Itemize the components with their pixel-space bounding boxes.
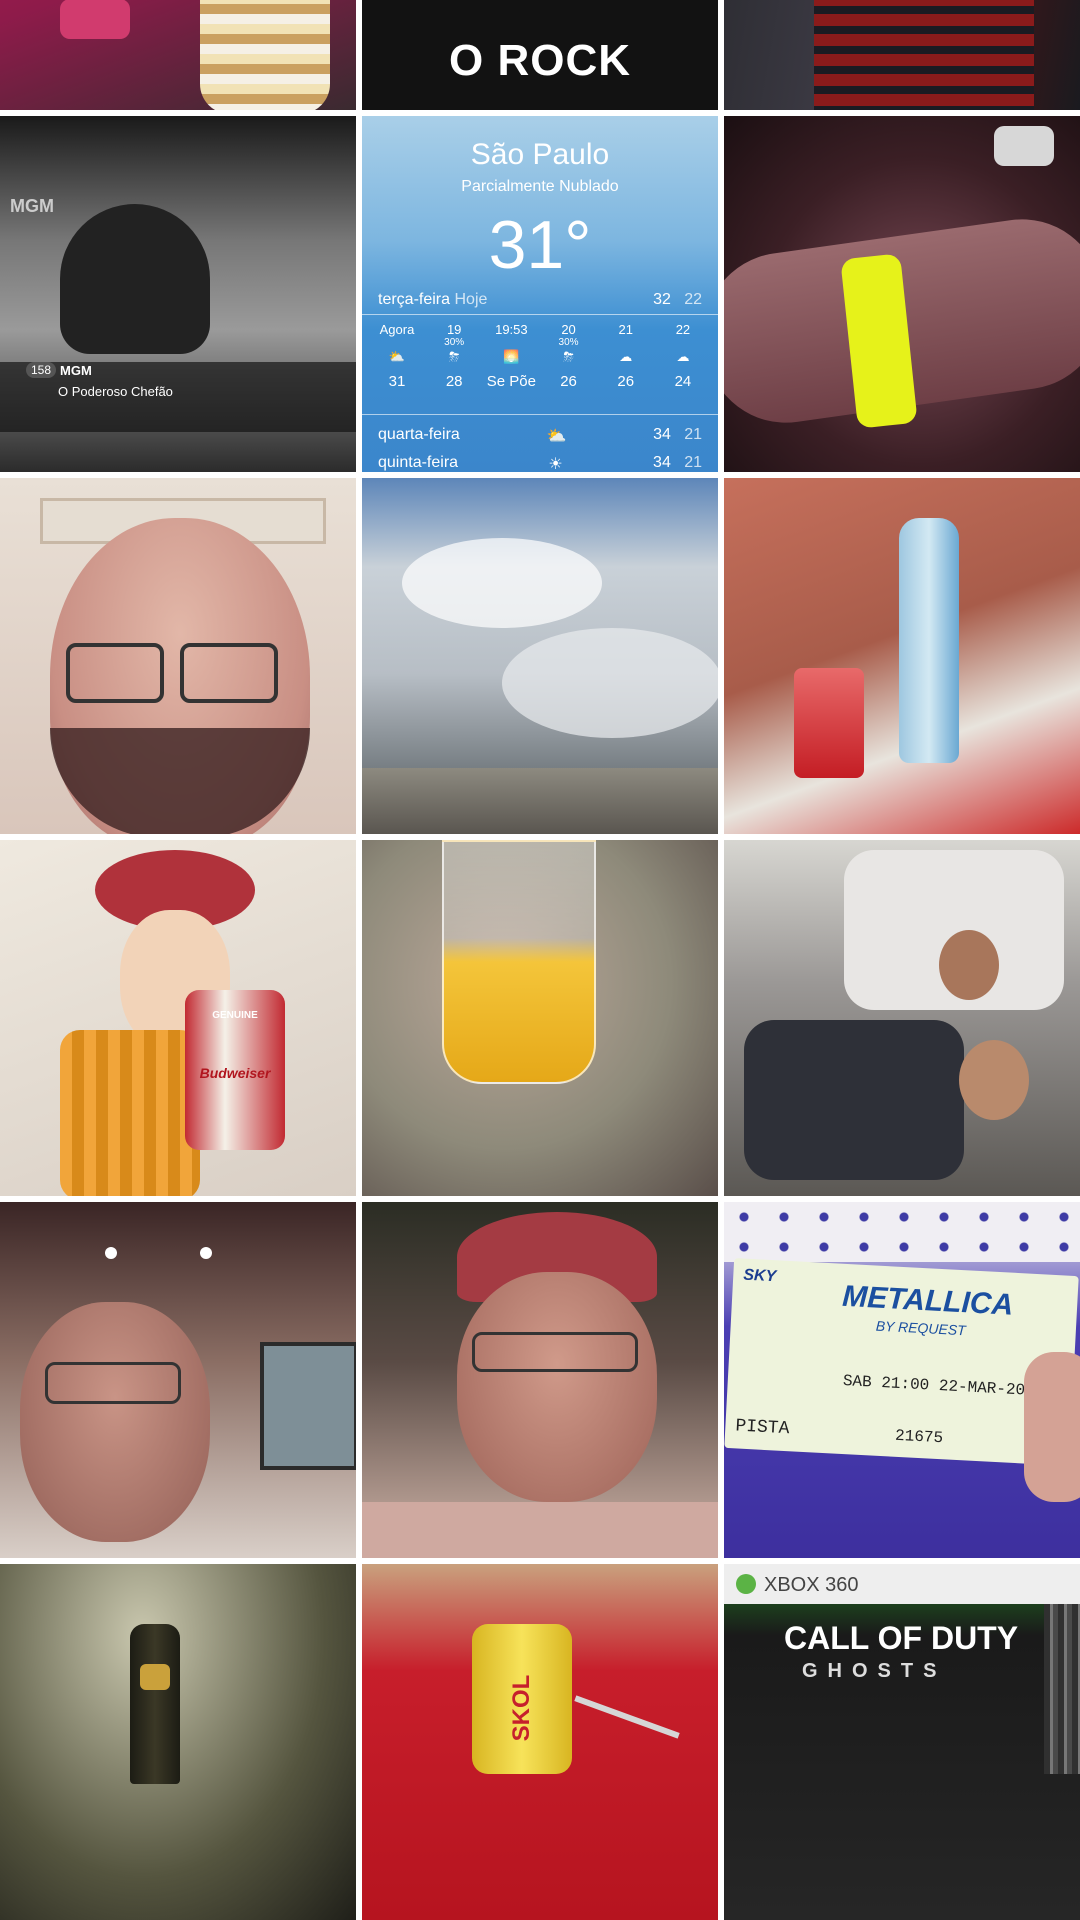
ticket-sky-logo: SKY bbox=[742, 1266, 777, 1286]
ceiling-light bbox=[105, 1247, 117, 1259]
photo-tile-cod-game[interactable]: XBOX 360 CALL OF DUTY GHOSTS bbox=[724, 1564, 1080, 1920]
photo-grid: O ROCK MGM 158 MGM O Poderoso Chefão São… bbox=[0, 0, 1080, 1920]
shirt-stripes bbox=[814, 0, 1034, 110]
rooftop bbox=[362, 768, 718, 834]
partly-sunny-icon: ⛅ bbox=[546, 428, 567, 445]
bottle-label bbox=[140, 1664, 170, 1690]
channel-name: MGM bbox=[60, 363, 92, 378]
photo-tile-bottle-table[interactable] bbox=[724, 478, 1080, 834]
glasses bbox=[45, 1362, 181, 1404]
shirt bbox=[362, 1502, 718, 1558]
photo-tile-woody-beer[interactable]: Budweiser GENUINE bbox=[0, 840, 356, 1196]
photo-tile-selfie-cap[interactable] bbox=[362, 1202, 718, 1558]
dark-shirt bbox=[744, 1020, 964, 1180]
ticket-band: METALLICA bbox=[841, 1279, 1015, 1322]
xbox-label: XBOX 360 bbox=[764, 1574, 859, 1596]
shirt-print bbox=[60, 0, 130, 39]
partly-cloudy-night-icon: ☁ bbox=[676, 349, 690, 364]
red-drink-glass bbox=[794, 668, 864, 778]
beer-bottle bbox=[130, 1624, 180, 1784]
channel-number: 158 bbox=[26, 362, 57, 378]
today-high: 32 bbox=[653, 291, 671, 308]
glasses-right-lens bbox=[180, 643, 278, 703]
paper bbox=[994, 126, 1054, 166]
face bbox=[20, 1302, 210, 1542]
photo-tile-friends-rotated[interactable] bbox=[724, 840, 1080, 1196]
photo-tile-selfie-tongue[interactable] bbox=[0, 1202, 356, 1558]
woody-shirt bbox=[60, 1030, 200, 1196]
ticket-number: 21675 bbox=[894, 1426, 944, 1448]
ticket-sector: PISTA bbox=[734, 1416, 790, 1440]
face bbox=[959, 1040, 1029, 1120]
photo-tile-skol-can[interactable]: SKOL bbox=[362, 1564, 718, 1920]
man-silhouette bbox=[60, 204, 210, 354]
photo-tile-metallica-ticket[interactable]: SKY METALLICA BY REQUEST SAB 21:00 22-MA… bbox=[724, 1202, 1080, 1558]
rock-text: O ROCK bbox=[449, 36, 631, 85]
beer-can-tag: GENUINE bbox=[212, 1010, 258, 1021]
hour-item: 22 ☁ 24 bbox=[656, 322, 710, 390]
photo-tile-beer-glass[interactable] bbox=[362, 840, 718, 1196]
photo-tile-tv-screen[interactable]: MGM 158 MGM O Poderoso Chefão bbox=[0, 116, 356, 472]
photo-tile-crisma-shirt[interactable] bbox=[0, 0, 356, 110]
game-title: CALL OF DUTY bbox=[784, 1620, 1019, 1656]
glasses bbox=[472, 1332, 638, 1372]
xbox-logo-icon bbox=[736, 1574, 756, 1594]
hourly-forecast: Agora ⛅ 31 19 30% ⛈ 28 19:53 🌅 Se Põe 20 30% ⛈ 26 … bbox=[370, 322, 710, 390]
striped-arm bbox=[200, 0, 330, 110]
partly-cloudy-night-icon: ☁ bbox=[619, 349, 633, 364]
weather-today-row: terça-feira Hoje 32 22 bbox=[378, 291, 702, 309]
skol-brand: SKOL bbox=[508, 1674, 535, 1742]
glasses-left-lens bbox=[66, 643, 164, 703]
divider bbox=[362, 414, 718, 415]
bottle bbox=[899, 518, 959, 763]
weather-temperature: 31° bbox=[488, 207, 592, 283]
thunderstorm-icon: ⛈ bbox=[448, 349, 460, 364]
photo-tile-wristband[interactable] bbox=[724, 116, 1080, 472]
hour-item: 20 30% ⛈ 26 bbox=[542, 322, 596, 390]
beer-glass bbox=[442, 840, 596, 1084]
game-shelf bbox=[1044, 1604, 1080, 1774]
beer-can-brand: Budweiser bbox=[199, 1065, 271, 1081]
hour-item: Agora ⛅ 31 bbox=[370, 322, 424, 390]
dotted-tablecloth bbox=[724, 1202, 1080, 1262]
ceiling-light bbox=[200, 1247, 212, 1259]
hand bbox=[1024, 1352, 1080, 1502]
sunset-icon: 🌅 bbox=[503, 349, 520, 364]
weather-condition: Parcialmente Nublado bbox=[461, 178, 619, 195]
wall-painting bbox=[260, 1342, 356, 1470]
sunny-icon: ☀ bbox=[548, 456, 563, 472]
ticket-date: SAB 21:00 22-MAR-2014 bbox=[842, 1371, 1045, 1401]
partly-sunny-icon: ⛅ bbox=[388, 349, 406, 364]
fork bbox=[574, 1695, 680, 1739]
today-label: Hoje bbox=[454, 291, 488, 308]
photo-tile-selfie-glasses[interactable] bbox=[0, 478, 356, 834]
ticket-subtitle: BY REQUEST bbox=[875, 1317, 967, 1339]
photo-tile-dark-bottle[interactable] bbox=[0, 1564, 356, 1920]
face bbox=[939, 930, 999, 1000]
program-name: O Poderoso Chefão bbox=[58, 384, 173, 399]
photo-tile-cloudy-sky[interactable] bbox=[362, 478, 718, 834]
today-low: 22 bbox=[684, 291, 702, 308]
face bbox=[457, 1272, 657, 1502]
cloud bbox=[402, 538, 602, 628]
photo-tile-rock-text[interactable]: O ROCK bbox=[362, 0, 718, 110]
hour-item: 19 30% ⛈ 28 bbox=[427, 322, 481, 390]
hour-item: 21 ☁ 26 bbox=[599, 322, 653, 390]
photo-tile-weather-app[interactable]: São Paulo Parcialmente Nublado 31° terça… bbox=[362, 116, 718, 472]
divider bbox=[362, 314, 718, 315]
forecast-row: quarta-feira ⛅ 34 21 bbox=[378, 426, 702, 445]
thunderstorm-icon: ⛈ bbox=[563, 349, 574, 364]
photo-tile-striped-shirt[interactable] bbox=[724, 0, 1080, 110]
forecast-row: quinta-feira ☀ 34 21 bbox=[378, 454, 702, 472]
cloud bbox=[502, 628, 718, 738]
weather-city: São Paulo bbox=[470, 138, 610, 171]
today-day: terça-feira bbox=[378, 291, 451, 308]
game-subtitle: GHOSTS bbox=[802, 1660, 947, 1682]
hour-item: 19:53 🌅 Se Põe bbox=[484, 322, 538, 390]
tv-logo: MGM bbox=[10, 196, 54, 216]
